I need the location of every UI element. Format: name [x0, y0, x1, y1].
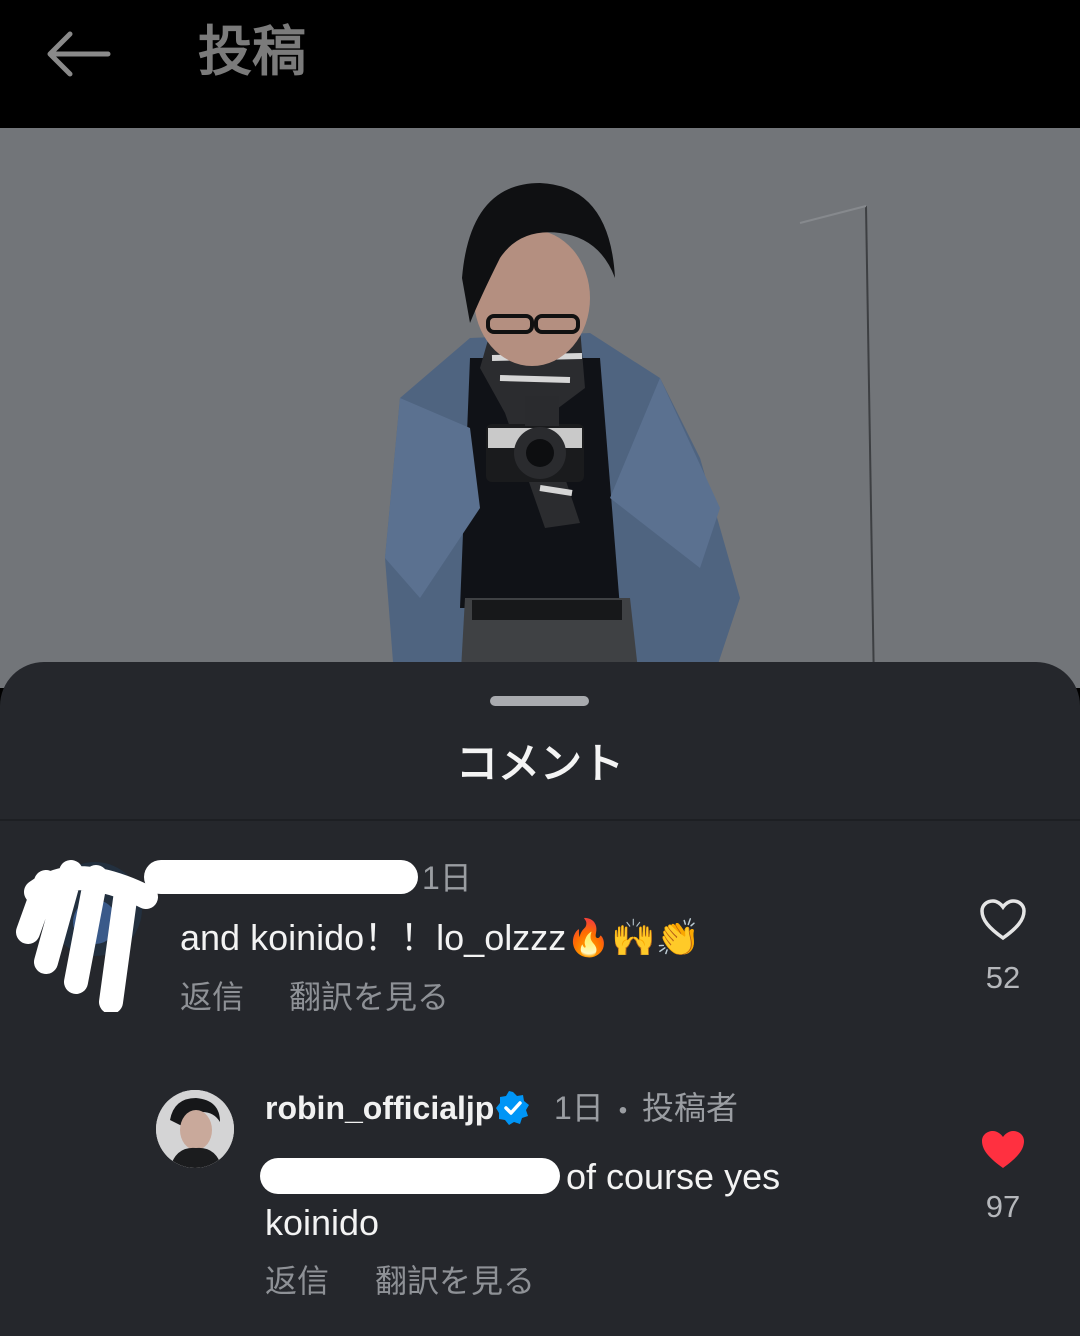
- arrow-left-icon[interactable]: [40, 26, 116, 82]
- reply-button[interactable]: 返信: [180, 977, 244, 1017]
- like-count: 97: [985, 1189, 1021, 1224]
- page-title: 投稿: [198, 22, 306, 82]
- username-redaction: [144, 860, 418, 894]
- avatar-image: [156, 1090, 234, 1168]
- mention-redaction: [260, 1158, 560, 1194]
- comment-text: and koinido！！lo_olzzz🔥🙌👏: [180, 917, 701, 958]
- comment-username[interactable]: robin_officialjp: [265, 1088, 494, 1128]
- comment-meta: 1日 • 投稿者: [554, 1088, 738, 1131]
- comment-avatar[interactable]: [156, 1090, 234, 1168]
- like-count: 52: [985, 960, 1021, 995]
- top-app-bar: 投稿: [0, 0, 1080, 128]
- comment-time: 1日: [422, 860, 472, 896]
- meta-separator: •: [618, 1096, 628, 1124]
- comment-text-line1: s of course yes: [538, 1156, 781, 1197]
- comment-text-line2: koinido: [265, 1202, 380, 1243]
- sheet-title: コメント: [455, 740, 624, 787]
- heart-filled-icon[interactable]: [979, 1128, 1027, 1172]
- author-badge: 投稿者: [642, 1090, 739, 1126]
- comment-time: 1日: [554, 1090, 604, 1126]
- heart-icon[interactable]: [979, 898, 1027, 942]
- see-translation-button[interactable]: 翻訳を見る: [375, 1261, 535, 1301]
- post-image[interactable]: [0, 128, 1080, 688]
- see-translation-button[interactable]: 翻訳を見る: [289, 977, 449, 1017]
- verified-badge-icon: [496, 1091, 529, 1125]
- reply-button[interactable]: 返信: [265, 1261, 329, 1301]
- post-photo-illustration: [0, 128, 1080, 688]
- sheet-drag-handle[interactable]: [490, 696, 589, 706]
- sheet-divider: [0, 819, 1080, 821]
